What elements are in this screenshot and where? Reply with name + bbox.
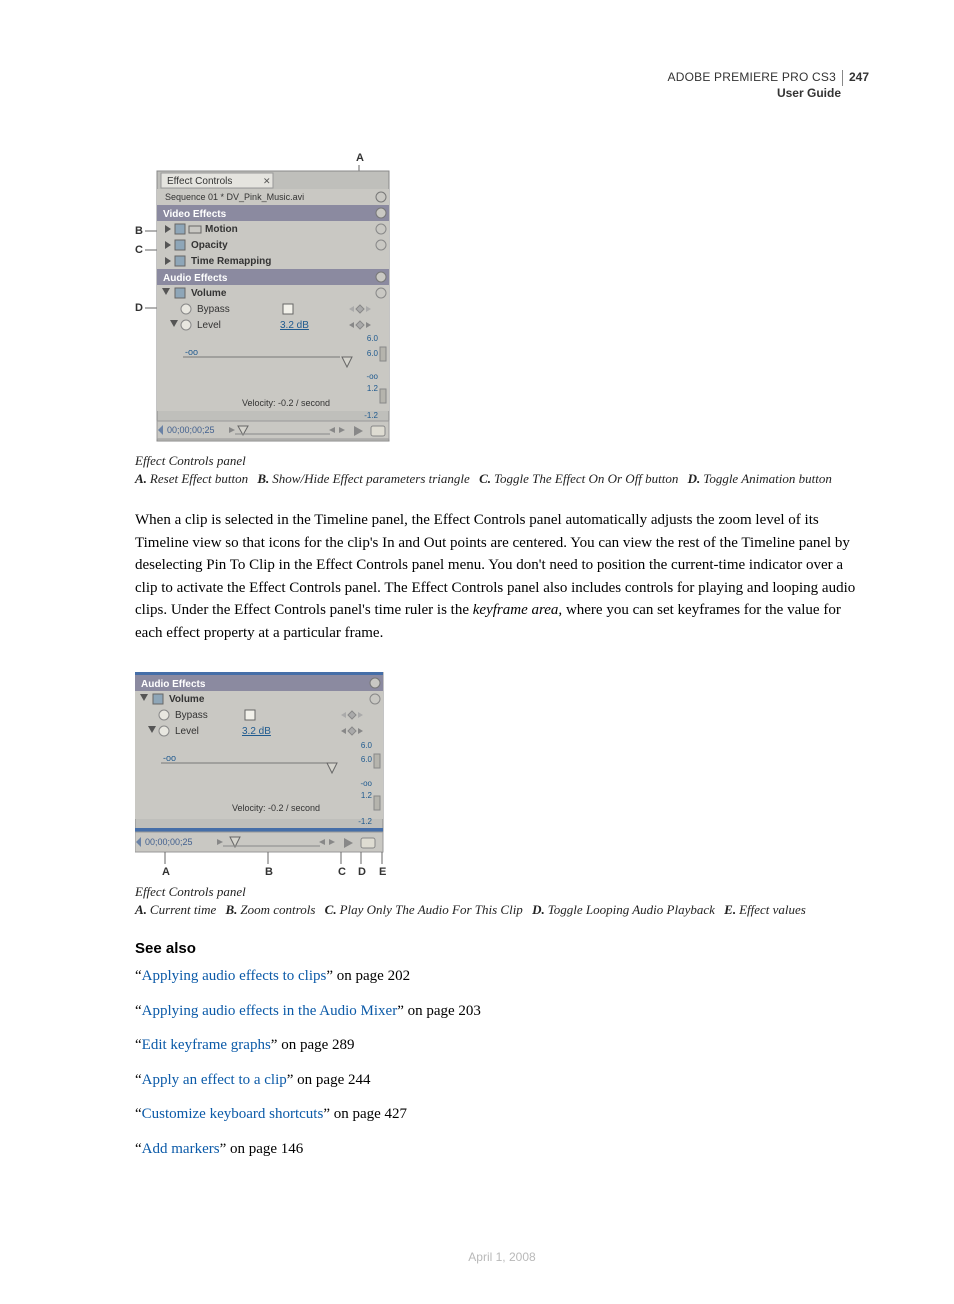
cross-reference-link[interactable]: Apply an effect to a clip [142, 1072, 287, 1088]
see-also-heading: See also [135, 940, 869, 957]
bypass-checkbox[interactable] [245, 710, 255, 720]
body-paragraph: When a clip is selected in the Timeline … [135, 509, 869, 644]
cross-reference-link[interactable]: Applying audio effects in the Audio Mixe… [142, 1003, 398, 1019]
svg-text:-1.2: -1.2 [364, 411, 378, 420]
fx-toggle-icon[interactable] [175, 224, 185, 234]
svg-text:Video Effects: Video Effects [163, 209, 227, 220]
level-value[interactable]: 3.2 dB [280, 320, 309, 331]
svg-text:-oo: -oo [185, 347, 198, 357]
svg-text:Effect Controls: Effect Controls [167, 176, 232, 187]
figure-effect-controls-audio: Audio Effects Volume Bypass Level 3.2 dB [135, 672, 869, 877]
product-name: ADOBE PREMIERE PRO CS3 [668, 70, 836, 86]
svg-text:Motion: Motion [205, 224, 238, 235]
svg-text:Bypass: Bypass [197, 304, 230, 315]
vscroll-thumb[interactable] [374, 754, 380, 768]
svg-text:Volume: Volume [191, 288, 227, 299]
svg-text:-oo: -oo [360, 779, 372, 788]
callout-e: E [379, 866, 386, 877]
cross-reference-link[interactable]: Edit keyframe graphs [142, 1037, 271, 1053]
svg-text:-oo: -oo [163, 753, 176, 763]
callout-b: B [135, 225, 143, 237]
svg-text:Sequence 01 * DV_Pink_Music.av: Sequence 01 * DV_Pink_Music.avi [165, 192, 304, 202]
figure2-caption: Effect Controls panel A.Current time B.Z… [135, 883, 869, 918]
svg-text:Audio Effects: Audio Effects [141, 679, 206, 690]
loop-playback-icon[interactable] [361, 838, 375, 848]
loop-playback-icon[interactable] [371, 426, 385, 436]
cross-reference-link[interactable]: Add markers [142, 1141, 220, 1157]
see-also-item: “Apply an effect to a clip” on page 244 [135, 1069, 869, 1092]
stopwatch-icon[interactable] [159, 726, 169, 736]
svg-text:-1.2: -1.2 [358, 817, 372, 826]
stopwatch-icon[interactable] [159, 710, 169, 720]
page-header: ADOBE PREMIERE PRO CS3 247 User Guide [135, 70, 869, 101]
callout-d: D [358, 866, 366, 877]
fx-toggle-icon[interactable] [175, 288, 185, 298]
callout-c: C [135, 244, 143, 256]
vscroll-thumb[interactable] [374, 796, 380, 810]
figure1-caption: Effect Controls panel A.Reset Effect but… [135, 452, 869, 487]
svg-text:Volume: Volume [169, 694, 205, 705]
svg-text:Level: Level [197, 320, 221, 331]
reset-icon[interactable] [376, 208, 386, 218]
callout-b: B [265, 866, 273, 877]
callout-c: C [338, 866, 346, 877]
svg-text:Audio Effects: Audio Effects [163, 273, 228, 284]
callout-a: A [162, 866, 170, 877]
vscroll-thumb[interactable] [380, 347, 386, 361]
callout-d: D [135, 302, 143, 314]
see-also-item: “Applying audio effects to clips” on pag… [135, 965, 869, 988]
svg-text:Bypass: Bypass [175, 710, 208, 721]
cross-reference-link[interactable]: Customize keyboard shortcuts [142, 1106, 324, 1122]
bypass-checkbox[interactable] [283, 304, 293, 314]
reset-icon[interactable] [376, 272, 386, 282]
see-also-item: “Applying audio effects in the Audio Mix… [135, 1000, 869, 1023]
callout-a: A [356, 152, 364, 164]
stopwatch-icon[interactable] [181, 320, 191, 330]
cross-reference-link[interactable]: Applying audio effects to clips [142, 968, 327, 984]
svg-text:6.0: 6.0 [361, 741, 373, 750]
stopwatch-icon[interactable] [181, 304, 191, 314]
footer-date: April 1, 2008 [135, 1250, 869, 1264]
svg-text:Velocity: -0.2 / second: Velocity: -0.2 / second [242, 398, 330, 408]
fx-toggle-icon[interactable] [175, 256, 185, 266]
svg-text:6.0: 6.0 [367, 349, 379, 358]
svg-text:1.2: 1.2 [361, 791, 373, 800]
see-also-item: “Customize keyboard shortcuts” on page 4… [135, 1103, 869, 1126]
svg-text:6.0: 6.0 [361, 755, 373, 764]
page-number: 247 [842, 70, 869, 86]
header-subtitle: User Guide [135, 86, 841, 102]
svg-text:Time Remapping: Time Remapping [191, 256, 271, 267]
svg-text:Opacity: Opacity [191, 240, 228, 251]
close-icon[interactable]: ✕ [263, 176, 271, 186]
svg-text:1.2: 1.2 [367, 384, 379, 393]
see-also-item: “Add markers” on page 146 [135, 1138, 869, 1161]
vscroll-thumb[interactable] [380, 389, 386, 403]
current-time[interactable]: 00;00;00;25 [145, 837, 193, 847]
current-time[interactable]: 00;00;00;25 [167, 425, 215, 435]
figure-effect-controls-full: A B C D Effect Controls ✕ Sequence 01 * … [135, 151, 869, 446]
svg-text:Velocity: -0.2 / second: Velocity: -0.2 / second [232, 803, 320, 813]
svg-text:-oo: -oo [366, 372, 378, 381]
level-value[interactable]: 3.2 dB [242, 726, 271, 737]
svg-text:Level: Level [175, 726, 199, 737]
fx-toggle-icon[interactable] [153, 694, 163, 704]
reset-icon[interactable] [370, 678, 380, 688]
svg-text:6.0: 6.0 [367, 334, 379, 343]
see-also-item: “Edit keyframe graphs” on page 289 [135, 1034, 869, 1057]
fx-toggle-icon[interactable] [175, 240, 185, 250]
